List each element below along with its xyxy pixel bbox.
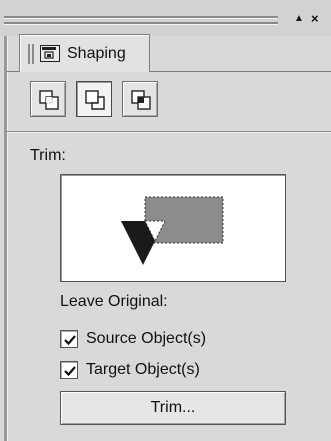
tab-baseline: [7, 71, 19, 72]
collapse-up-icon[interactable]: ▲: [294, 11, 304, 27]
trim-button[interactable]: [76, 81, 112, 117]
weld-icon: [39, 90, 59, 110]
leave-original-label: Leave Original:: [60, 293, 168, 310]
intersect-icon: [131, 90, 151, 110]
tab-grip: [32, 44, 34, 64]
shaping-docker-icon: [40, 45, 60, 62]
docker-edge: [4, 36, 8, 441]
source-objects-label: Source Object(s): [86, 330, 207, 347]
tab-baseline: [150, 71, 331, 72]
section-title: Trim:: [30, 147, 66, 164]
tab-shaping[interactable]: Shaping: [19, 34, 150, 72]
trim-preview: [60, 174, 286, 282]
target-objects-label: Target Object(s): [86, 361, 200, 378]
target-objects-checkbox[interactable]: [60, 361, 78, 379]
intersect-button[interactable]: [122, 81, 158, 117]
trim-preview-icon: [121, 196, 224, 265]
close-icon[interactable]: ×: [311, 11, 319, 27]
weld-button[interactable]: [30, 81, 66, 117]
checkmark-icon: [64, 366, 76, 377]
checkmark-icon: [64, 335, 76, 346]
source-objects-checkbox[interactable]: [60, 330, 78, 348]
shaping-docker: ▲ × Shaping Trim: Leave Original: Source…: [0, 0, 331, 441]
tab-grip: [28, 44, 30, 64]
drag-grip-highlight: [4, 18, 278, 19]
divider-highlight: [7, 132, 331, 133]
drag-grip-highlight: [4, 24, 278, 25]
tab-label: Shaping: [67, 45, 126, 62]
docker-title-bar[interactable]: ▲ ×: [0, 0, 331, 36]
trim-apply-button[interactable]: Trim...: [60, 391, 286, 425]
trim-icon: [85, 90, 105, 110]
